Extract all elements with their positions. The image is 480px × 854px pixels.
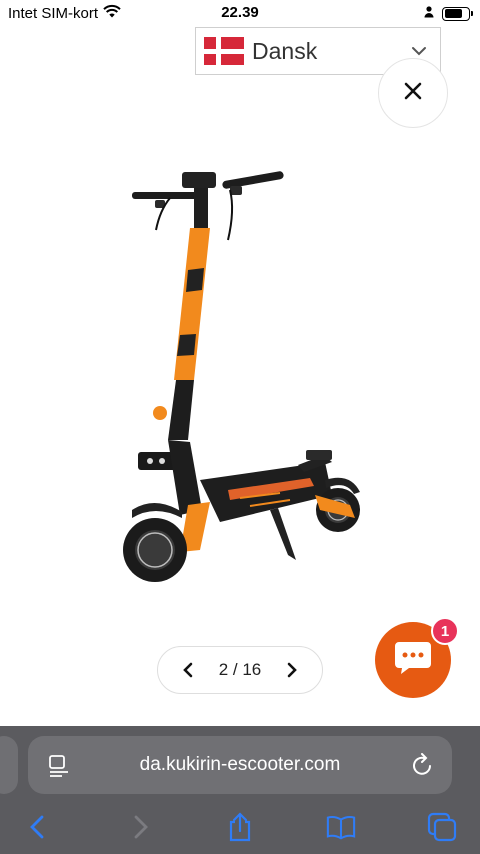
deck xyxy=(200,450,332,522)
chevron-right-icon xyxy=(287,662,297,678)
url-text: da.kukirin-escooter.com xyxy=(139,754,341,775)
share-icon xyxy=(229,812,251,842)
person-icon xyxy=(424,5,434,22)
status-bar: Intet SIM-kort 22.39 xyxy=(0,0,480,26)
chat-unread-badge: 1 xyxy=(431,617,459,645)
tabs-icon xyxy=(427,812,457,842)
back-button[interactable] xyxy=(22,812,52,842)
product-image xyxy=(123,171,360,582)
front-wheel xyxy=(123,502,187,582)
chevron-left-icon xyxy=(183,662,193,678)
share-button[interactable] xyxy=(225,812,255,842)
forward-icon xyxy=(134,815,148,839)
gallery-pagination: 2 / 16 xyxy=(157,646,323,694)
language-label: Dansk xyxy=(252,37,318,64)
chat-bubble-icon xyxy=(393,640,433,681)
reload-icon[interactable] xyxy=(412,753,434,782)
battery-fill xyxy=(444,9,462,18)
bookmarks-button[interactable] xyxy=(326,812,356,842)
product-page: Intet SIM-kort 22.39 Dansk 2 / 16 1 da.k… xyxy=(0,0,480,854)
back-icon xyxy=(30,815,44,839)
tabs-button[interactable] xyxy=(427,812,457,842)
bookmarks-icon xyxy=(326,815,356,840)
browser-bottom-bar: da.kukirin-escooter.com xyxy=(0,726,480,854)
stem xyxy=(153,188,210,440)
denmark-flag-icon xyxy=(204,37,244,65)
clock: 22.39 xyxy=(221,4,259,21)
image-counter: 2 / 16 xyxy=(218,660,262,679)
previous-image-button[interactable] xyxy=(178,660,198,680)
close-icon xyxy=(403,81,423,106)
page-menu-icon[interactable] xyxy=(48,753,70,782)
browser-toolbar xyxy=(0,808,480,854)
next-image-button[interactable] xyxy=(282,660,302,680)
kickstand xyxy=(270,508,296,560)
address-bar[interactable]: da.kukirin-escooter.com xyxy=(28,736,452,794)
status-right xyxy=(424,5,473,22)
close-button[interactable] xyxy=(378,58,448,128)
forward-button[interactable] xyxy=(126,812,156,842)
previous-tab-peek[interactable] xyxy=(0,736,18,794)
battery-icon xyxy=(442,6,473,21)
